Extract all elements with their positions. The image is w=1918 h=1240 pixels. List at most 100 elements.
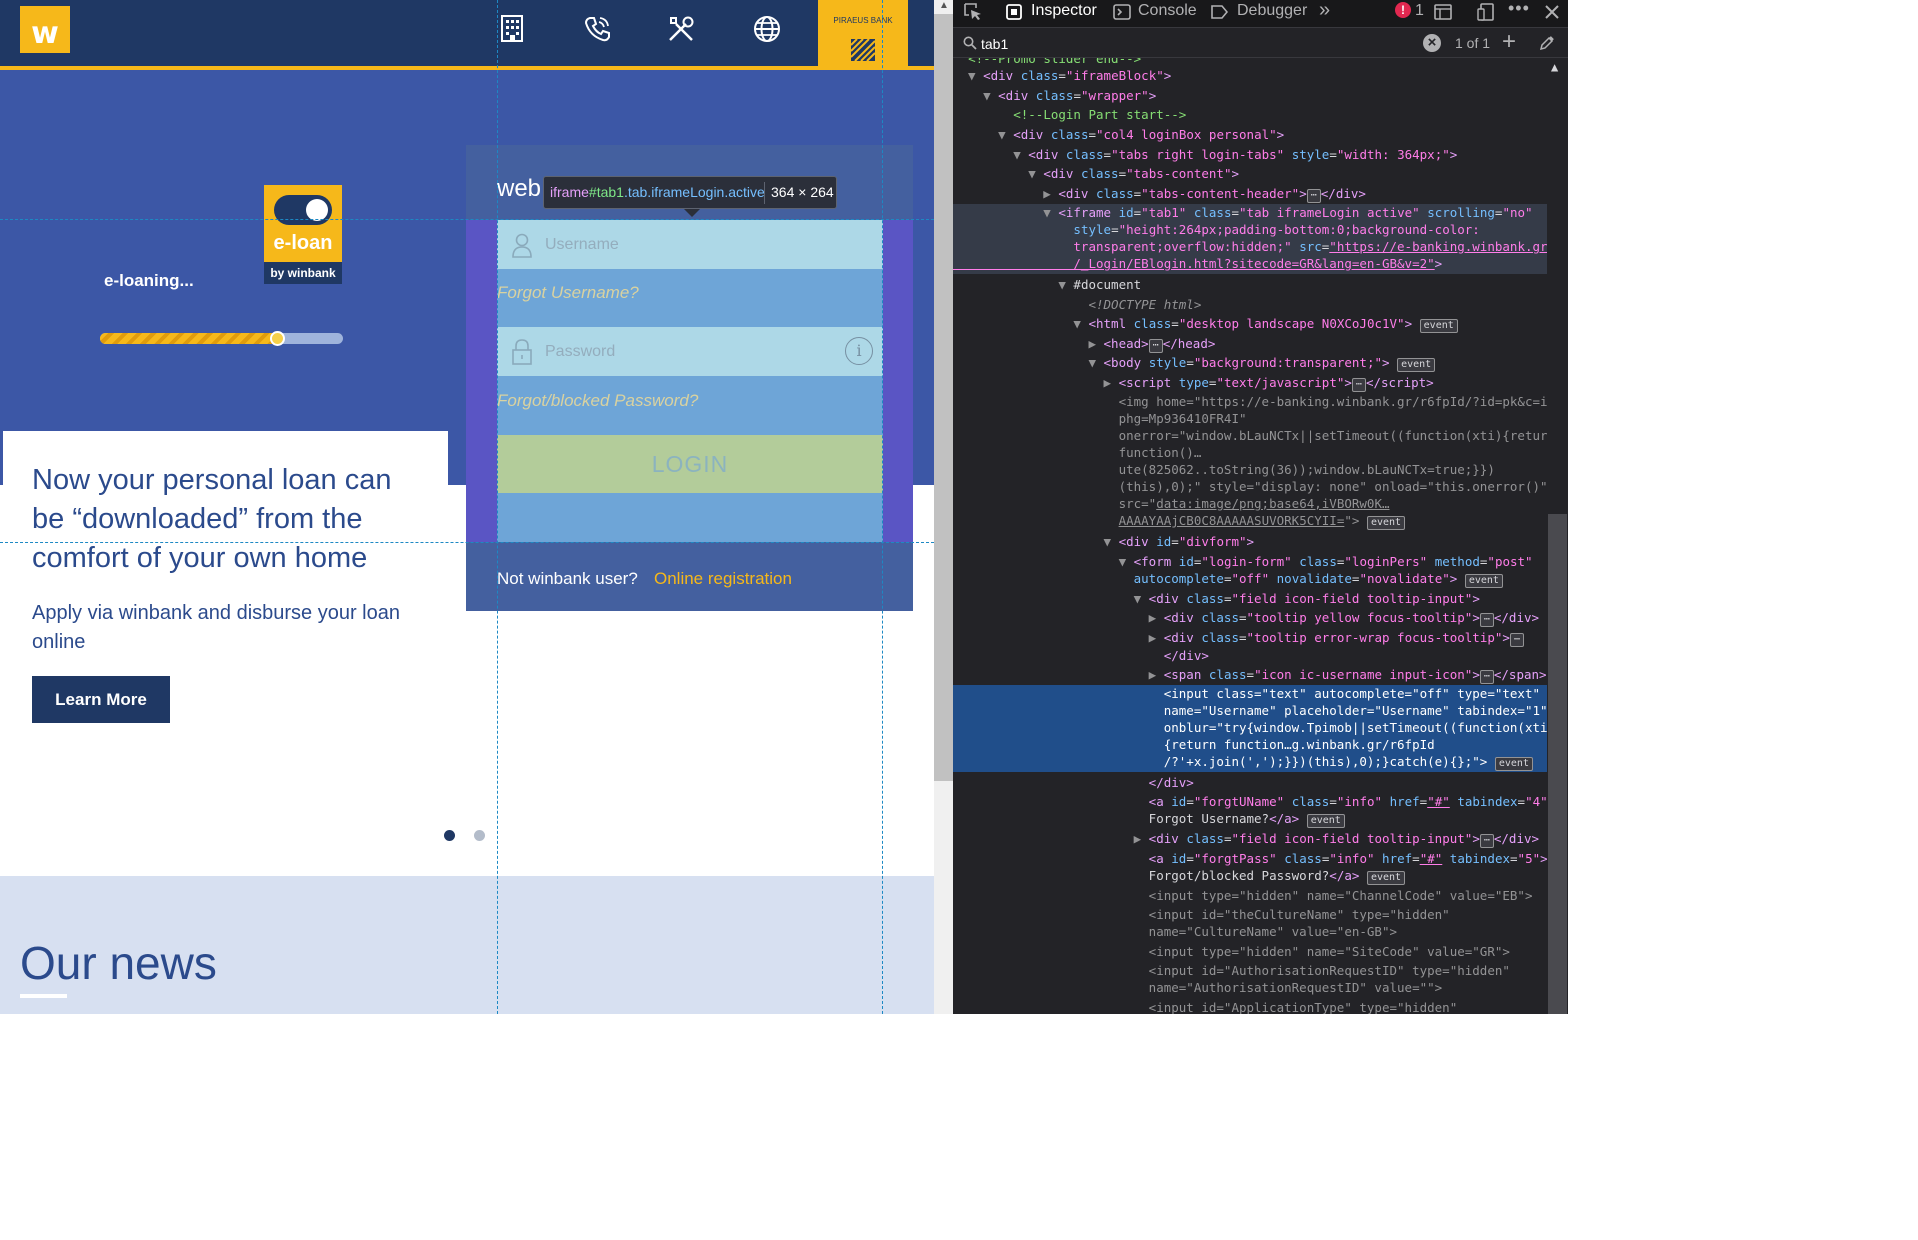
- info-icon[interactable]: i: [845, 337, 873, 365]
- guide-line-left: [497, 0, 498, 1014]
- tree-node-hidden-apptype[interactable]: <input id="ApplicationType" type="hidden…: [953, 999, 1547, 1014]
- eloaning-text: e-loaning...: [104, 271, 194, 290]
- tree-node-icon-username[interactable]: ▶ <span class="icon ic-username input-ic…: [953, 666, 1547, 684]
- guide-line-right: [882, 0, 883, 1014]
- tooltip-selector: iframe#tab1.tab.iframeLogin.active: [550, 184, 765, 200]
- learn-more-button[interactable]: Learn More: [32, 676, 170, 723]
- tree-node-field-tooltip-input[interactable]: ▼ <div class="field icon-field tooltip-i…: [953, 590, 1547, 607]
- split-console-icon[interactable]: [1434, 3, 1452, 21]
- online-registration-link[interactable]: Online registration: [654, 569, 792, 589]
- tree-node-body[interactable]: ▼ <body style="background:transparent;">…: [953, 354, 1547, 372]
- tree-node-div-close[interactable]: </div>: [953, 774, 1547, 791]
- forgot-password-link[interactable]: Forgot/blocked Password?: [497, 391, 698, 411]
- page-scrollbar-thumb[interactable]: [934, 14, 953, 781]
- carousel-dot-2[interactable]: [474, 830, 485, 841]
- tree-node-loginbox[interactable]: ▼ <div class="col4 loginBox personal">: [953, 126, 1547, 143]
- tree-node-img[interactable]: <img home="https://e-banking.winbank.gr/…: [953, 393, 1547, 530]
- guide-line-bottom: [0, 542, 934, 543]
- tree-node-forgot-pass[interactable]: <a id="forgtPass" class="info" href="#" …: [953, 850, 1547, 885]
- more-tabs-chevron-icon[interactable]: »: [1319, 0, 1330, 28]
- tree-node-document[interactable]: ▼ #document: [953, 276, 1547, 293]
- tree-node-login-tabs[interactable]: ▼ <div class="tabs right login-tabs" sty…: [953, 146, 1547, 163]
- more-options-icon[interactable]: •••: [1508, 0, 1530, 28]
- eloan-badge: e-loan by winbank: [264, 185, 342, 284]
- tree-node-tooltip-yellow[interactable]: ▶ <div class="tooltip yellow focus-toolt…: [953, 609, 1547, 627]
- carousel-dot-1[interactable]: [444, 830, 455, 841]
- responsive-design-icon[interactable]: [1477, 3, 1495, 21]
- search-html-input[interactable]: [981, 33, 1421, 55]
- inspector-element-tooltip: iframe#tab1.tab.iframeLogin.active 364 ×…: [543, 176, 837, 217]
- tree-node-hidden-sitecode[interactable]: <input type="hidden" name="SiteCode" val…: [953, 943, 1547, 960]
- tools-icon[interactable]: [666, 14, 696, 44]
- tree-node-tooltip-error[interactable]: ▶ <div class="tooltip error-wrap focus-t…: [953, 629, 1547, 663]
- username-input[interactable]: [545, 220, 835, 269]
- tree-node-tabs-content-header[interactable]: ▶ <div class="tabs-content-header"> ⋯ </di…: [953, 185, 1547, 203]
- devtools-search-bar: × 1 of 1 +: [953, 29, 1568, 58]
- devtools-scrollbar-thumb[interactable]: [1548, 514, 1567, 1014]
- close-icon[interactable]: [1543, 3, 1561, 21]
- tab-inspector[interactable]: Inspector: [1031, 0, 1097, 28]
- error-count[interactable]: 1: [1415, 0, 1424, 28]
- tree-node-hidden-channelcode[interactable]: <input type="hidden" name="ChannelCode" …: [953, 887, 1547, 904]
- building-icon[interactable]: [497, 14, 527, 44]
- eloan-badge-title: e-loan: [273, 232, 333, 254]
- tree-node-username-input-selected[interactable]: <input class="text" autocomplete="off" t…: [953, 685, 1547, 772]
- tree-node-wrapper[interactable]: ▼ <div class="wrapper">: [953, 87, 1547, 104]
- tab-debugger[interactable]: Debugger: [1237, 0, 1307, 28]
- search-icon: [963, 36, 977, 50]
- clear-search-icon[interactable]: ×: [1423, 34, 1441, 52]
- eyedropper-icon[interactable]: [1539, 35, 1555, 51]
- news-title-underline: [20, 994, 67, 998]
- globe-icon[interactable]: [752, 14, 782, 44]
- username-field: [497, 220, 883, 269]
- tree-node-iframe-tab1[interactable]: ▼ <iframe id="tab1" class="tab iframeLog…: [953, 204, 1547, 274]
- promo-card-subtitle: Apply via winbank and disburse your loan…: [32, 602, 400, 653]
- devtools-scroll-up-icon[interactable]: ▲: [1551, 60, 1558, 74]
- tree-node-script[interactable]: ▶ <script type="text/javascript"> ⋯ </scri…: [953, 374, 1547, 392]
- tree-node-hidden-auth[interactable]: <input id="AuthorisationRequestID" type=…: [953, 962, 1547, 996]
- progress-knob: [270, 331, 286, 346]
- eloan-badge-subtitle: by winbank: [264, 262, 342, 284]
- phone-icon[interactable]: [582, 14, 612, 44]
- devtools-panel: Inspector Console Debugger » ! 1 ••• tab…: [953, 0, 1568, 1014]
- toggle-icon: [274, 195, 332, 225]
- console-icon: [1113, 4, 1131, 20]
- element-picker-icon[interactable]: [964, 3, 982, 21]
- news-title: Our news: [20, 937, 217, 989]
- login-iframe: Forgot Username? i Forgot/blocked Passwo…: [497, 220, 883, 542]
- tooltip-dimensions: 364 × 264: [771, 184, 834, 200]
- login-header: web: [497, 175, 542, 202]
- eloan-progress-bar: [100, 331, 343, 346]
- login-button[interactable]: LOGIN: [497, 435, 883, 493]
- progress-fill: [100, 333, 278, 344]
- tree-node-head[interactable]: ▶ <head> ⋯ </head>: [953, 335, 1547, 353]
- not-winbank-user-text: Not winbank user?: [497, 569, 638, 588]
- piraeus-logo-icon: [851, 39, 875, 61]
- tree-node-iframeblock[interactable]: ▼ <div class="iframeBlock">: [953, 67, 1547, 84]
- tree-node-field-tooltip-input-2[interactable]: ▶ <div class="field icon-field tooltip-i…: [953, 830, 1547, 848]
- winbank-logo[interactable]: w: [20, 6, 70, 53]
- tree-node-divform[interactable]: ▼ <div id="divform">: [953, 533, 1547, 550]
- scroll-up-icon[interactable]: ▲: [937, 0, 951, 12]
- tree-node-html[interactable]: ▼ <html class="desktop landscape N0XCoJ0…: [953, 315, 1547, 333]
- search-result-count: 1 of 1: [1455, 35, 1491, 51]
- user-icon: [512, 233, 532, 258]
- tree-node-login-comment[interactable]: <!--Login Part start-->: [953, 106, 1547, 123]
- error-icon[interactable]: !: [1395, 2, 1411, 18]
- tab-console[interactable]: Console: [1138, 0, 1197, 28]
- add-node-icon[interactable]: +: [1502, 29, 1516, 55]
- piraeus-bank-label: PIRAEUS BANK: [833, 16, 893, 25]
- logo-letter: w: [31, 16, 59, 51]
- markup-tree[interactable]: <!--Promo slider end--> ▼ <div class="if…: [953, 58, 1547, 1014]
- promo-card: Now your personal loan can be “downloade…: [3, 431, 448, 752]
- tree-node-doctype[interactable]: <!DOCTYPE html>: [953, 296, 1547, 313]
- tree-node-login-form[interactable]: ▼ <form id="login-form" class="loginPers…: [953, 553, 1547, 588]
- tree-node-tabs-content[interactable]: ▼ <div class="tabs-content">: [953, 165, 1547, 182]
- password-input[interactable]: [545, 327, 835, 376]
- guide-line-top: [0, 219, 934, 220]
- tree-node-hidden-culture[interactable]: <input id="theCultureName" type="hidden"…: [953, 906, 1547, 940]
- forgot-username-link[interactable]: Forgot Username?: [497, 283, 639, 303]
- promo-card-title: Now your personal loan can be “downloade…: [32, 464, 392, 574]
- tree-node-forgot-uname[interactable]: <a id="forgtUName" class="info" href="#"…: [953, 793, 1547, 828]
- tree-node-comment-clipped: <!--Promo slider end-->: [968, 58, 1142, 66]
